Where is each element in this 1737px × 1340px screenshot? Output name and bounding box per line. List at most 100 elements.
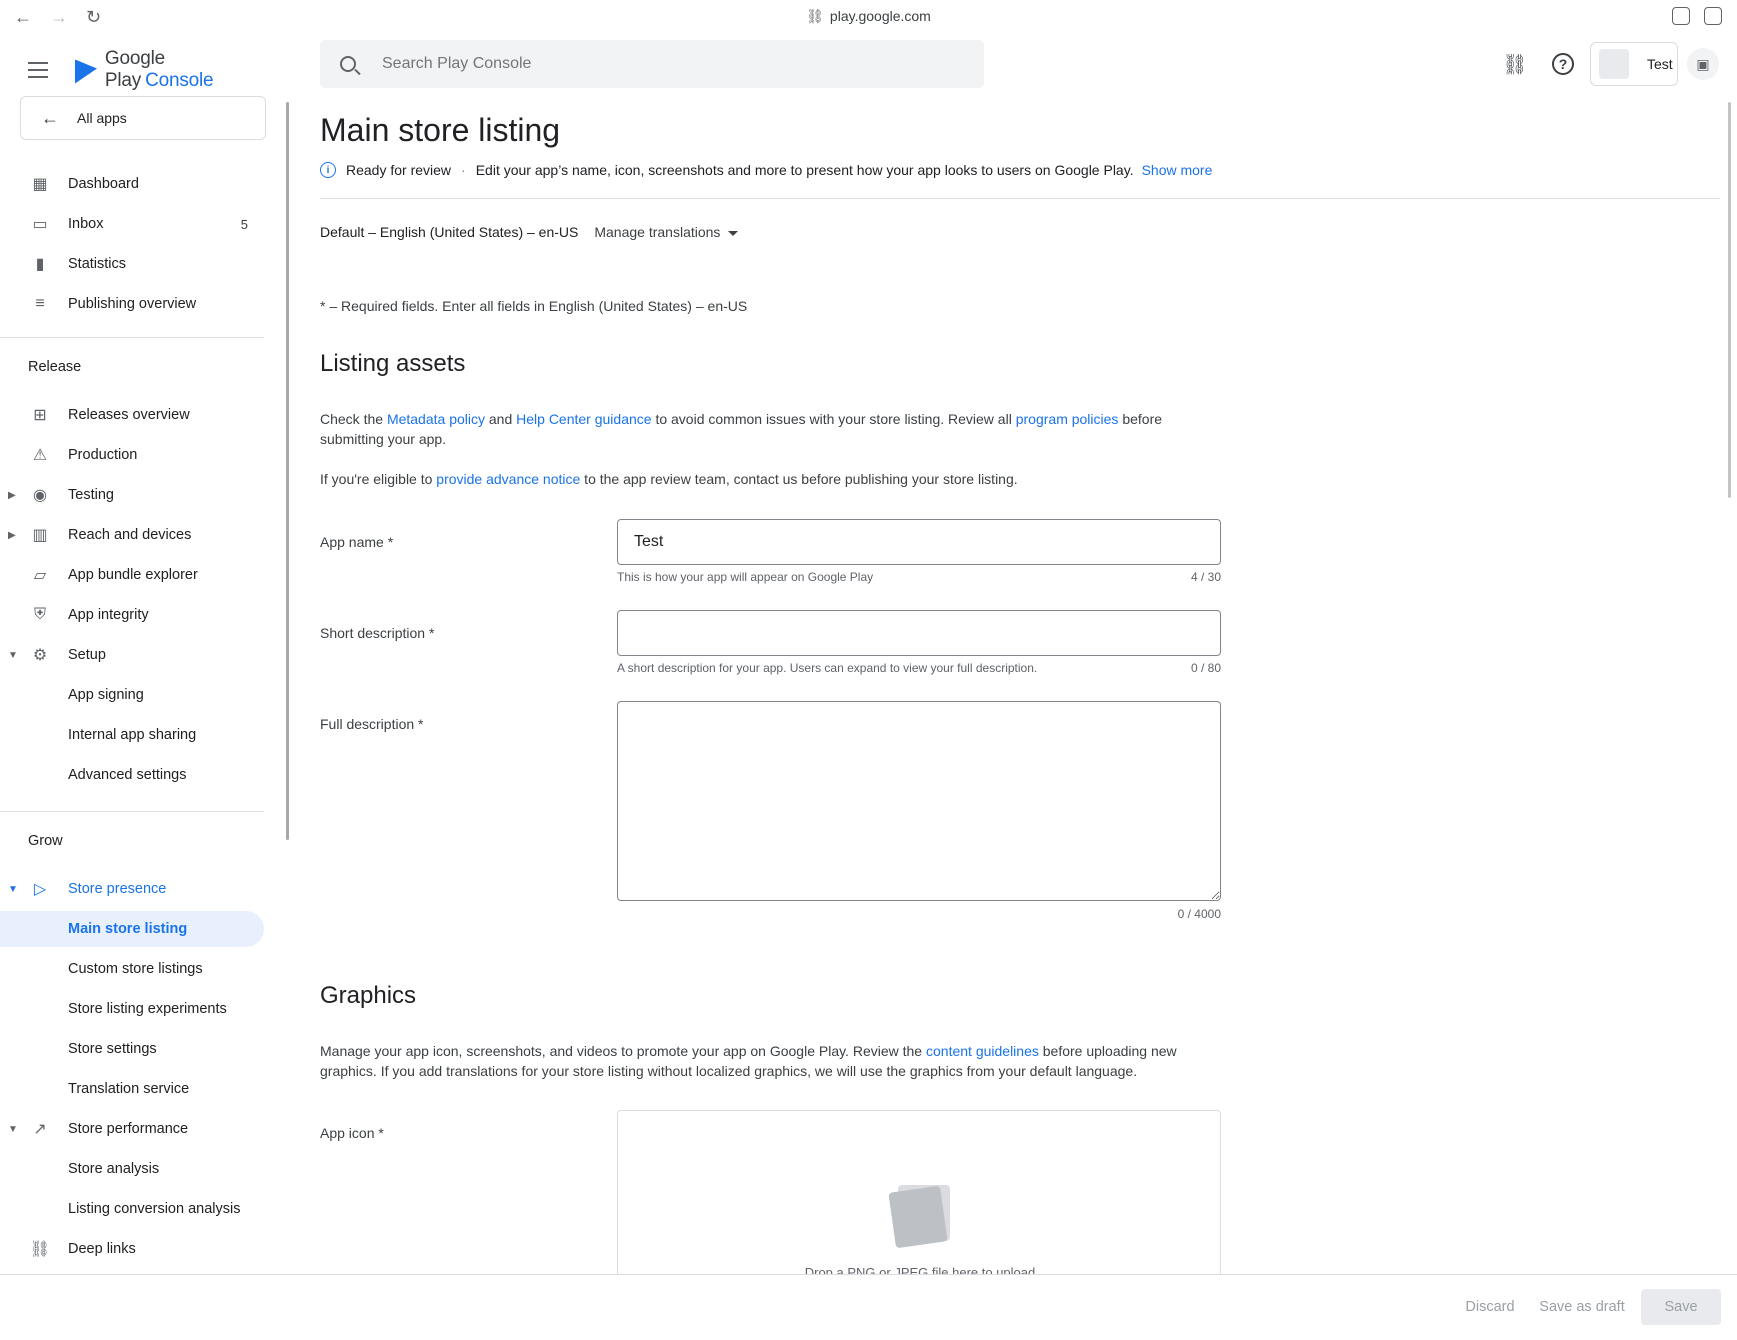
advance-notice-paragraph: If you're eligible to provide advance no…: [320, 471, 1018, 487]
metadata-policy-link[interactable]: Metadata policy: [387, 411, 485, 427]
brand-name[interactable]: Google Play Console: [105, 48, 270, 92]
sidebar-item-main-store-listing[interactable]: Main store listing: [0, 911, 264, 947]
menu-icon[interactable]: [28, 62, 49, 78]
account-icon[interactable]: ▣: [1687, 48, 1719, 80]
caret-down-icon[interactable]: ▼: [8, 884, 18, 895]
releases-icon: ⊞: [33, 407, 47, 424]
app-icon-dropzone[interactable]: Drop a PNG or JPEG file here to upload: [617, 1110, 1221, 1274]
dashboard-icon: ▦: [32, 176, 48, 193]
policy-paragraph: Check the Metadata policy and Help Cente…: [320, 411, 1163, 447]
required-fields-note: * – Required fields. Enter all fields in…: [320, 298, 748, 314]
separator: ·: [461, 162, 466, 178]
sidebar-item-translation-service[interactable]: Translation service: [0, 1071, 264, 1107]
publishing-schedule-icon: ≡: [35, 295, 45, 312]
main-scrollbar[interactable]: [1728, 102, 1731, 498]
short-description-label: Short description *: [320, 625, 435, 641]
action-bar: Discard Save as draft Save: [0, 1274, 1737, 1340]
sidebar-item-store-performance[interactable]: ▼ ↗ Store performance: [0, 1111, 264, 1147]
address-bar[interactable]: ⛓ play.google.com: [0, 8, 1737, 25]
sidebar-item-advanced-settings[interactable]: Advanced settings: [0, 757, 264, 793]
sidebar-item-testing[interactable]: ▶ ◉ Testing: [0, 477, 264, 513]
sidebar-item-inbox[interactable]: ▭ Inbox 5: [0, 206, 264, 242]
search-bar[interactable]: [320, 40, 984, 88]
play-store-icon: ▷: [33, 881, 47, 898]
trending-up-icon: ↗: [33, 1121, 47, 1138]
full-description-textarea[interactable]: [617, 701, 1221, 901]
section-heading-grow: Grow: [28, 833, 63, 849]
main-content: Main store listing i Ready for review · …: [320, 100, 1720, 1274]
sidebar: Google Play Console ← All apps ▦ Dashboar…: [0, 34, 270, 1274]
program-policies-link[interactable]: program policies: [1016, 411, 1119, 427]
all-apps-button[interactable]: ← All apps: [20, 96, 266, 140]
status-row: i Ready for review · Edit your app’s nam…: [320, 162, 1212, 178]
browser-toolbar: ← → ↻ ⛓ play.google.com: [0, 0, 1737, 34]
manage-translations-dropdown[interactable]: Manage translations: [594, 224, 739, 240]
brand: Google Play Console: [28, 48, 270, 91]
sidebar-item-dashboard[interactable]: ▦ Dashboard: [0, 166, 264, 202]
devices-icon: ▥: [32, 527, 48, 544]
sidebar-item-custom-store-listings[interactable]: Custom store listings: [0, 951, 264, 987]
status-text: Ready for review: [346, 162, 452, 178]
link-icon: ⛓: [29, 1241, 51, 1258]
android-icon: ▱: [33, 567, 47, 584]
sidebar-item-production[interactable]: ⚠ Production: [0, 437, 264, 473]
show-more-link[interactable]: Show more: [1142, 162, 1213, 178]
default-locale: Default – English (United States) – en-U…: [320, 224, 579, 240]
inbox-icon: ▭: [32, 216, 48, 233]
app-name-char-count: 4 / 30: [1190, 570, 1221, 584]
divider: [0, 337, 264, 338]
sidebar-item-listing-conversion-analysis[interactable]: Listing conversion analysis: [0, 1191, 264, 1227]
sidebar-item-reach-and-devices[interactable]: ▶ ▥ Reach and devices: [0, 517, 264, 553]
sidebar-item-statistics[interactable]: ▮ Statistics: [0, 246, 264, 282]
divider: [0, 811, 264, 812]
locale-row: Default – English (United States) – en-U…: [320, 224, 739, 240]
full-description-label: Full description *: [320, 716, 424, 732]
search-input[interactable]: [382, 55, 942, 73]
link-icon: ⛓: [806, 8, 824, 24]
app-switcher[interactable]: Test: [1590, 42, 1678, 86]
content-guidelines-link[interactable]: content guidelines: [926, 1043, 1039, 1059]
sidebar-scrollbar[interactable]: [286, 102, 289, 840]
sidebar-item-app-bundle-explorer[interactable]: ▱ App bundle explorer: [0, 557, 264, 593]
caret-right-icon[interactable]: ▶: [8, 490, 16, 501]
sidebar-item-setup[interactable]: ▼ ⚙ Setup: [0, 637, 264, 673]
extensions-icon[interactable]: [1672, 7, 1690, 25]
arrow-back-icon: ←: [41, 107, 59, 128]
full-description-char-count: 0 / 4000: [1177, 907, 1221, 921]
link-icon[interactable]: ⛓: [1501, 50, 1529, 78]
sidebar-item-releases-overview[interactable]: ⊞ Releases overview: [0, 397, 264, 433]
caret-right-icon[interactable]: ▶: [8, 530, 16, 541]
caret-down-icon[interactable]: ▼: [8, 1124, 18, 1135]
sidebar-item-store-presence[interactable]: ▼ ▷ Store presence: [0, 871, 264, 907]
dropzone-text: Drop a PNG or JPEG file here to upload: [804, 1265, 1036, 1274]
help-icon[interactable]: ?: [1549, 50, 1577, 78]
sidebar-item-app-signing[interactable]: App signing: [0, 677, 264, 713]
sidebar-toggle-icon[interactable]: [1704, 7, 1722, 25]
play-console-logo-icon: [74, 56, 97, 84]
save-as-draft-button[interactable]: Save as draft: [1534, 1289, 1630, 1325]
save-button[interactable]: Save: [1641, 1289, 1721, 1325]
sidebar-item-internal-app-sharing[interactable]: Internal app sharing: [0, 717, 264, 753]
app-name-field[interactable]: [617, 519, 1221, 565]
short-description-field[interactable]: [617, 610, 1221, 656]
caret-down-icon[interactable]: ▼: [8, 650, 18, 661]
section-heading-release: Release: [28, 359, 82, 375]
app-avatar: [1599, 49, 1629, 79]
sidebar-item-store-listing-experiments[interactable]: Store listing experiments: [0, 991, 264, 1027]
sidebar-item-app-integrity[interactable]: ⛨ App integrity: [0, 597, 264, 633]
provide-advance-notice-link[interactable]: provide advance notice: [436, 471, 580, 487]
gear-icon: ⚙: [32, 647, 48, 664]
shield-icon: ⛨: [33, 606, 46, 623]
search-icon: [340, 56, 356, 72]
sidebar-item-store-settings[interactable]: Store settings: [0, 1031, 264, 1067]
info-icon: i: [320, 162, 336, 178]
discard-button[interactable]: Discard: [1454, 1289, 1526, 1325]
sidebar-item-deep-links[interactable]: ⛓ Deep links: [0, 1231, 264, 1267]
flask-icon: ⚠: [32, 447, 48, 464]
page-title: Main store listing: [320, 112, 561, 148]
sidebar-item-store-analysis[interactable]: Store analysis: [0, 1151, 264, 1187]
sidebar-item-publishing-overview[interactable]: ≡ Publishing overview: [0, 286, 264, 322]
help-center-guidance-link[interactable]: Help Center guidance: [516, 411, 651, 427]
app-icon-label: App icon *: [320, 1125, 384, 1141]
inbox-count-badge: 5: [240, 216, 248, 232]
